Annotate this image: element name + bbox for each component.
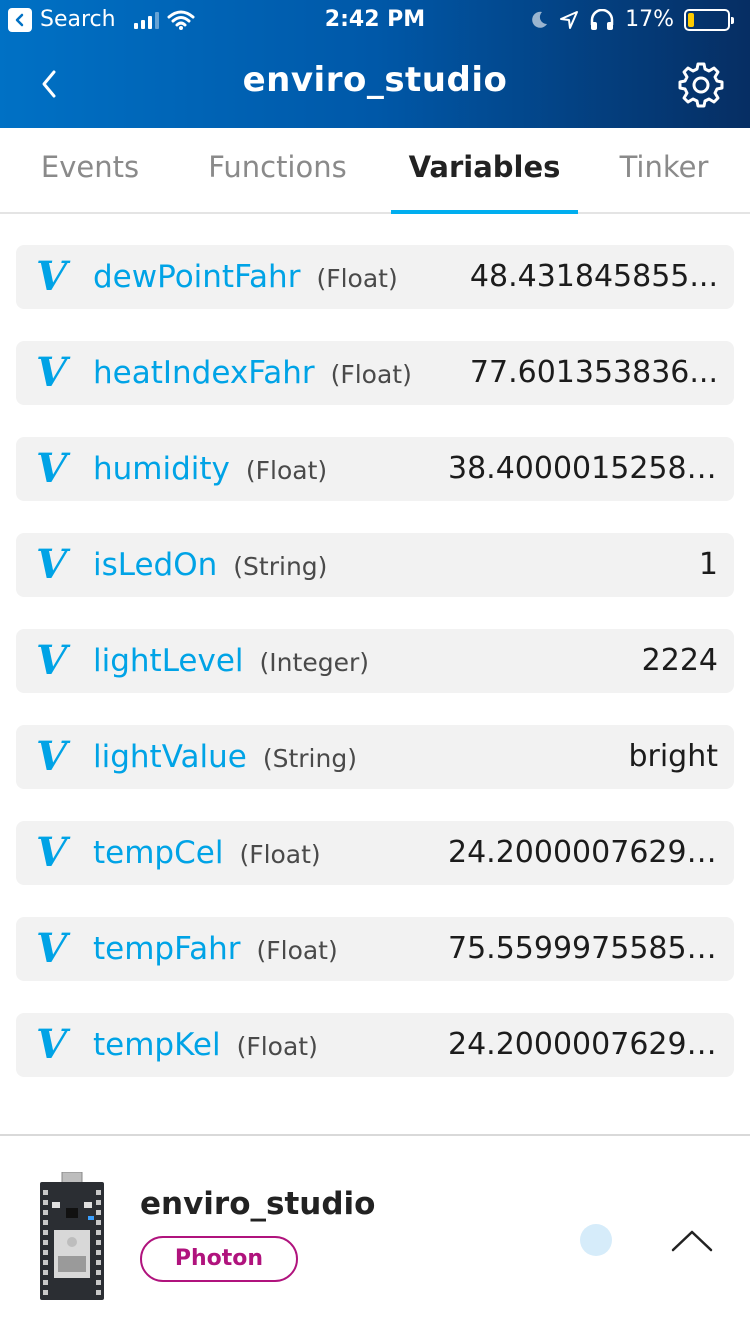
variable-value[interactable]: 38.40000152587891 bbox=[448, 449, 718, 489]
variable-type: (Float) bbox=[256, 936, 338, 965]
variable-type: (Float) bbox=[316, 264, 398, 293]
variable-name: dewPointFahr (Float) bbox=[93, 257, 398, 299]
gear-icon[interactable] bbox=[678, 62, 724, 108]
device-type-badge: Photon bbox=[140, 1236, 298, 1282]
battery-percent: 17% bbox=[625, 7, 674, 32]
variable-value[interactable]: 24.200000762939... bbox=[448, 833, 718, 873]
variable-v-icon: V bbox=[36, 541, 68, 588]
variable-v-icon: V bbox=[36, 733, 68, 780]
variable-name: tempKel (Float) bbox=[93, 1025, 318, 1067]
variable-name: lightValue (String) bbox=[93, 737, 357, 779]
moon-icon bbox=[532, 11, 548, 28]
chevron-up-icon[interactable] bbox=[670, 1224, 714, 1254]
variable-row[interactable]: Vhumidity (Float) 38.40000152587891 bbox=[16, 437, 734, 501]
tab-functions[interactable]: Functions bbox=[200, 150, 355, 184]
variable-type: (Integer) bbox=[259, 648, 369, 677]
variable-type: (Float) bbox=[236, 1032, 318, 1061]
headphones-icon bbox=[590, 8, 614, 30]
variable-name: tempCel (Float) bbox=[93, 833, 321, 875]
variable-row[interactable]: VtempCel (Float) 24.200000762939... bbox=[16, 821, 734, 885]
status-bar: Search 2:42 PM 17% bbox=[0, 0, 750, 40]
variable-name: lightLevel (Integer) bbox=[93, 641, 369, 683]
status-bar-right: 17% bbox=[529, 7, 734, 32]
variable-name-label: dewPointFahr bbox=[93, 259, 301, 295]
variable-v-icon: V bbox=[36, 925, 68, 972]
variable-value[interactable]: 1 bbox=[699, 545, 718, 585]
navigation-bar: enviro_studio bbox=[0, 40, 750, 128]
device-footer[interactable]: enviro_studio Photon bbox=[0, 1134, 750, 1334]
app-header: Search 2:42 PM 17% enviro_studio bbox=[0, 0, 750, 128]
variable-type: (String) bbox=[262, 744, 357, 773]
variable-v-icon: V bbox=[36, 349, 68, 396]
variable-type: (Float) bbox=[239, 840, 321, 869]
variable-row[interactable]: VheatIndexFahr (Float) 77.601353836... bbox=[16, 341, 734, 405]
variable-row[interactable]: VlightLevel (Integer) 2224 bbox=[16, 629, 734, 693]
battery-icon bbox=[684, 8, 734, 31]
photon-board-icon bbox=[40, 1172, 104, 1300]
variable-row[interactable]: VtempKel (Float) 24.20000076293945 bbox=[16, 1013, 734, 1077]
device-status-indicator bbox=[580, 1224, 612, 1256]
battery-fill bbox=[688, 12, 695, 27]
variable-name: heatIndexFahr (Float) bbox=[93, 353, 412, 395]
tab-events[interactable]: Events bbox=[40, 150, 140, 184]
variable-value[interactable]: 75.559997558593... bbox=[448, 929, 718, 969]
active-tab-indicator bbox=[391, 210, 578, 214]
variable-v-icon: V bbox=[36, 637, 68, 684]
variable-v-icon: V bbox=[36, 445, 68, 492]
variable-v-icon: V bbox=[36, 253, 68, 300]
variable-name-label: heatIndexFahr bbox=[93, 355, 315, 391]
tab-bar: Events Functions Variables Tinker bbox=[0, 128, 750, 214]
variable-name-label: lightLevel bbox=[93, 643, 244, 679]
variable-value[interactable]: 24.20000076293945 bbox=[448, 1025, 718, 1065]
variable-name-label: tempKel bbox=[93, 1027, 221, 1063]
variable-row[interactable]: VlightValue (String) bright bbox=[16, 725, 734, 789]
variable-name: isLedOn (String) bbox=[93, 545, 327, 587]
variable-row[interactable]: VtempFahr (Float) 75.559997558593... bbox=[16, 917, 734, 981]
variable-name-label: tempCel bbox=[93, 835, 224, 871]
variable-v-icon: V bbox=[36, 829, 68, 876]
variable-name-label: tempFahr bbox=[93, 931, 241, 967]
variable-name-label: lightValue bbox=[93, 739, 247, 775]
variable-name: tempFahr (Float) bbox=[93, 929, 338, 971]
page-title: enviro_studio bbox=[242, 60, 508, 100]
variable-type: (Float) bbox=[245, 456, 328, 485]
variable-name: humidity (Float) bbox=[93, 449, 327, 491]
variable-value[interactable]: 77.601353836... bbox=[470, 353, 718, 393]
variable-row[interactable]: VisLedOn (String) 1 bbox=[16, 533, 734, 597]
location-icon bbox=[560, 10, 579, 29]
variable-value[interactable]: 48.431845855... bbox=[470, 257, 718, 297]
tab-variables[interactable]: Variables bbox=[391, 150, 578, 184]
variable-value[interactable]: 2224 bbox=[642, 641, 718, 681]
variable-type: (Float) bbox=[330, 360, 412, 389]
device-name: enviro_studio bbox=[140, 1186, 376, 1222]
variable-name-label: isLedOn bbox=[93, 547, 218, 583]
variable-type: (String) bbox=[233, 552, 328, 581]
variable-value[interactable]: bright bbox=[628, 737, 718, 777]
tab-tinker[interactable]: Tinker bbox=[612, 150, 716, 184]
variable-name-label: humidity bbox=[93, 451, 230, 487]
variable-row[interactable]: VdewPointFahr (Float) 48.431845855... bbox=[16, 245, 734, 309]
variable-v-icon: V bbox=[36, 1021, 68, 1068]
